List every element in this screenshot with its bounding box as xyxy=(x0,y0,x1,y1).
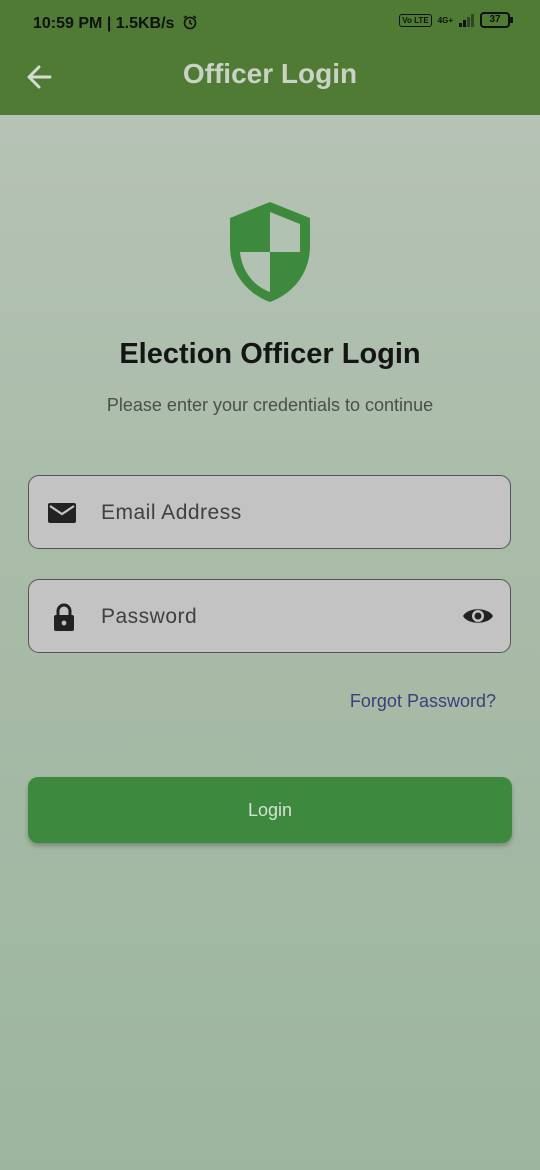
password-input[interactable] xyxy=(99,580,433,654)
status-icons: Vo LTE 4G+ 37 xyxy=(399,12,513,28)
app-bar: 10:59 PM | 1.5KB/s Vo LTE 4G+ 37 Officer… xyxy=(0,0,540,115)
mail-icon xyxy=(48,503,76,523)
password-field[interactable] xyxy=(28,579,511,654)
eye-icon[interactable] xyxy=(462,604,494,628)
login-subheading: Please enter your credentials to continu… xyxy=(106,395,434,415)
login-heading: Election Officer Login xyxy=(119,338,421,370)
battery-icon: 37 xyxy=(480,12,513,28)
page-title: Officer Login xyxy=(182,58,358,89)
signal-icon xyxy=(459,13,474,27)
status-time: 10:59 PM xyxy=(33,15,103,32)
lock-icon xyxy=(54,603,74,631)
forgot-password-link[interactable]: Forgot Password? xyxy=(350,691,496,712)
status-bar: 10:59 PM | 1.5KB/s Vo LTE 4G+ 37 xyxy=(0,0,540,46)
status-time-group: 10:59 PM | 1.5KB/s xyxy=(33,14,198,33)
login-button[interactable]: Login xyxy=(28,777,512,843)
volte-badge: Vo LTE xyxy=(399,13,432,27)
email-field[interactable] xyxy=(28,475,511,550)
shield-icon xyxy=(230,202,310,302)
network-type: 4G+ xyxy=(437,15,453,25)
alarm-icon xyxy=(183,15,197,30)
network-speed: 1.5KB/s xyxy=(115,15,175,32)
email-input[interactable] xyxy=(99,476,433,550)
status-separator: | xyxy=(106,15,116,32)
